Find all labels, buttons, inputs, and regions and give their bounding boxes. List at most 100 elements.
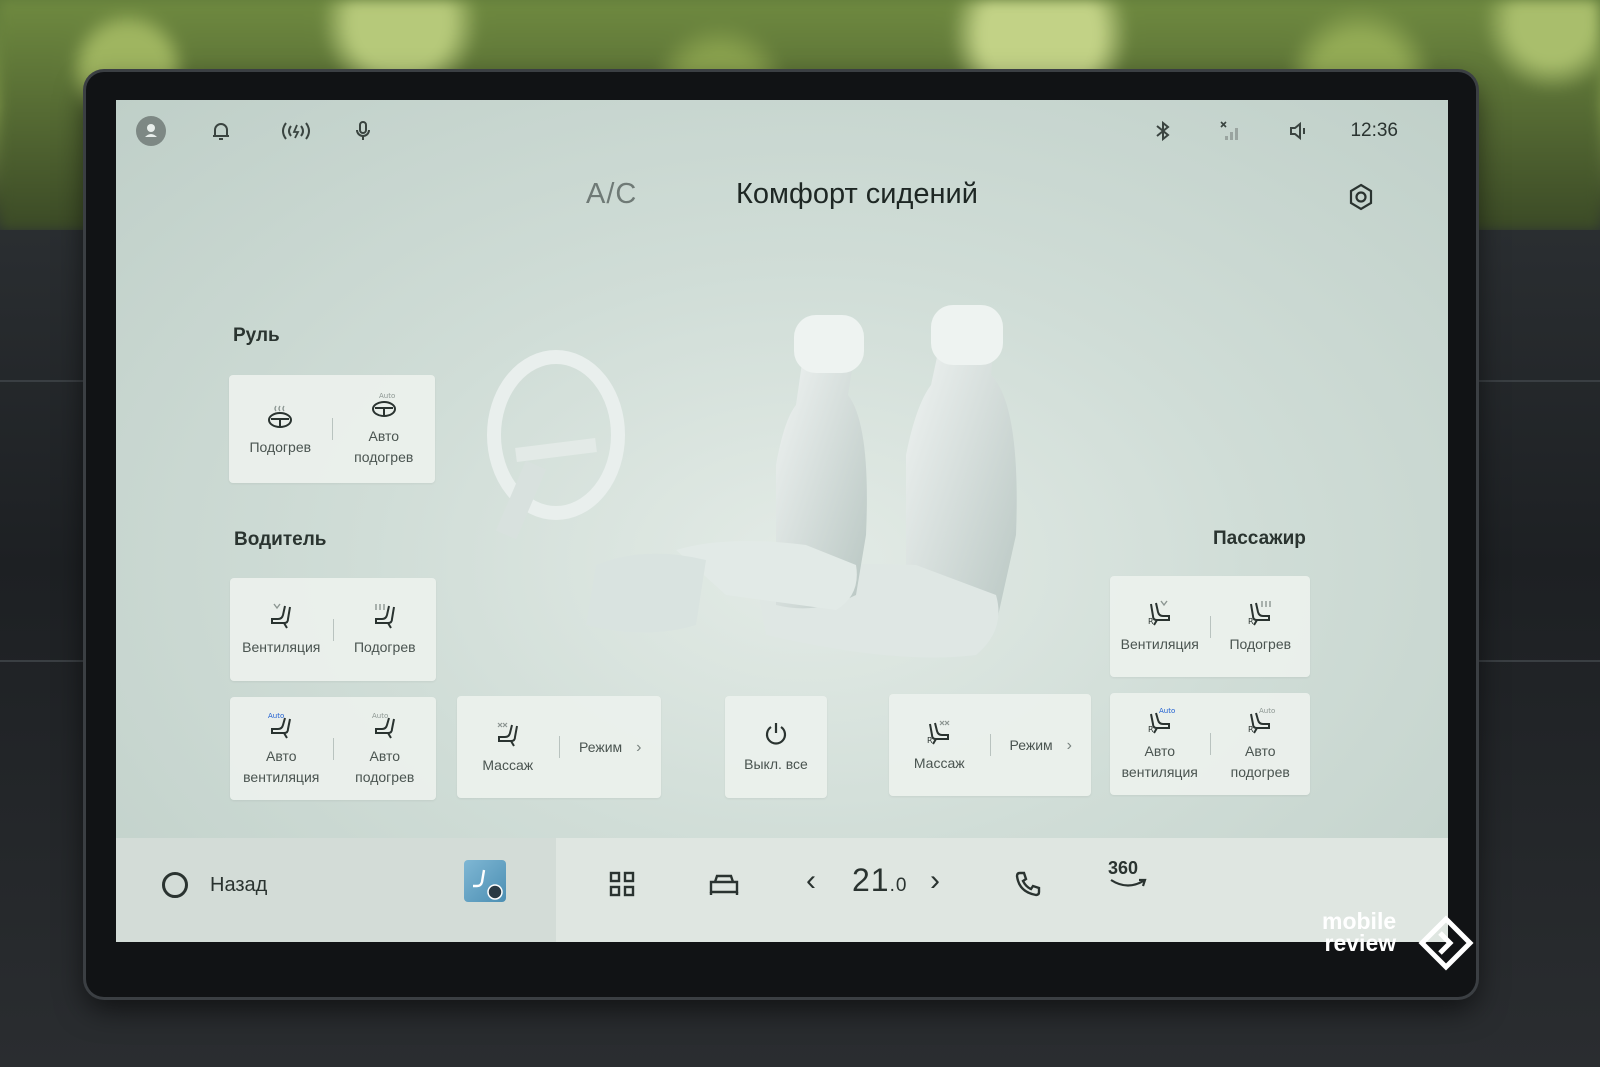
section-driver: Водитель [234,529,327,550]
driver-card-1: Вентиляция Подогрев [230,578,436,681]
tab-ac[interactable]: A/C [586,178,637,211]
steering-auto-heat-label-1: Авто [368,428,399,444]
seat-vent-icon [271,603,292,629]
apps-grid-icon[interactable] [604,866,640,902]
driver-massage-card[interactable]: Массаж Режим › [457,696,661,798]
passenger-auto-heat-label-1: Авто [1244,743,1276,759]
passenger-auto-heat-label-2: подогрев [1230,764,1290,780]
driver-auto-vent-label-2: вентиляция [243,768,320,785]
section-steering: Руль [233,325,280,346]
seat-heat-icon [374,604,395,629]
passenger-heat-button[interactable]: R Подогрев [1211,576,1311,677]
all-off-label: Выкл. все [744,755,808,772]
passenger-card-1: R Вентиляция R Подогрев [1110,576,1310,677]
svg-text:Auto: Auto [1259,707,1275,715]
bluetooth-icon [1146,114,1180,148]
volume-icon[interactable] [1282,114,1316,148]
driver-auto-vent-label-1: Авто [265,747,297,764]
passenger-auto-heat-button[interactable]: Auto R Авто подогрев [1211,693,1311,795]
temp-increase-icon[interactable]: › [930,864,940,898]
page-title: Комфорт сидений [736,178,978,210]
temperature-display: 21.0 [852,862,907,899]
passenger-auto-vent-button[interactable]: Auto R Авто вентиляция [1110,693,1210,795]
passenger-heat-label: Подогрев [1229,636,1292,652]
svg-text:R: R [1248,617,1254,626]
steering-auto-heat-icon: Auto [371,392,396,417]
driver-heat-button[interactable]: Подогрев [334,578,437,681]
phone-icon[interactable] [1010,866,1046,902]
svg-text:R: R [1148,617,1154,626]
surround-view-label: 360 [1108,858,1139,878]
section-passenger: Пассажир [1213,528,1306,549]
driver-card-2: Auto Авто вентиляция Auto Авто подогрев [230,697,436,800]
passenger-vent-label: Вентиляция [1120,636,1199,652]
temp-decrease-icon[interactable]: ‹ [806,864,816,898]
surround-view-button[interactable]: 360 [1108,858,1148,891]
steering-heat-button[interactable]: Подогрев [229,375,332,483]
seat-heat-icon: R [1248,601,1271,626]
driver-auto-heat-label-2: подогрев [355,768,415,785]
power-icon [765,722,787,745]
svg-text:Auto: Auto [268,712,284,720]
rotate-arrow-icon [1110,878,1147,887]
passenger-massage-card[interactable]: R Массаж Режим › [889,694,1091,796]
watermark-line-1: mobile [1322,908,1397,934]
steering-heat-icon [268,405,293,428]
driver-massage-button[interactable]: Массаж [457,696,559,798]
driver-vent-label: Вентиляция [242,639,321,655]
driver-vent-button[interactable]: Вентиляция [230,578,333,681]
steering-auto-heat-button[interactable]: Auto Авто подогрев [333,375,436,483]
driver-heat-label: Подогрев [353,639,416,655]
svg-text:R: R [1148,725,1154,734]
chevron-right-icon: › [1066,736,1072,754]
passenger-massage-mode-button[interactable]: Режим › [991,694,1092,796]
passenger-auto-vent-label-2: вентиляция [1121,764,1198,780]
infotainment-screen: 12:36 A/C Комфорт сидений Руль Подогрев … [116,100,1448,942]
profile-icon[interactable] [134,114,168,148]
clock: 12:36 [1350,120,1398,141]
driver-massage-mode-button[interactable]: Режим › [560,696,662,798]
steering-auto-heat-label-2: подогрев [354,449,414,465]
microphone-icon[interactable] [346,114,380,148]
driver-massage-label: Массаж [482,756,534,773]
no-signal-icon [1214,114,1248,148]
steering-card: Подогрев Auto Авто подогрев [229,375,435,483]
all-off-button[interactable]: Выкл. все [725,696,827,798]
svg-text:Auto: Auto [372,712,388,720]
seat-auto-vent-icon: Auto [268,712,292,739]
status-bar: 12:36 [116,100,1448,160]
passenger-mode-label: Режим [1009,736,1053,753]
temperature-integer: 21 [852,862,890,898]
all-off-card[interactable]: Выкл. все [725,696,827,798]
driver-auto-heat-button[interactable]: Auto Авто подогрев [334,697,437,800]
bell-icon[interactable] [204,114,238,148]
settings-gear-icon[interactable] [1344,180,1378,214]
watermark-logo-icon [1418,915,1474,971]
bottom-bar: Назад ‹ 21.0 › 360 [116,838,1448,942]
seat-app-tile-icon[interactable] [464,860,506,902]
seat-auto-heat-icon: Auto [372,712,395,739]
watermark-line-2: review [1324,930,1397,956]
car-icon[interactable] [706,866,742,902]
svg-text:Auto: Auto [379,392,395,400]
driver-mode-label: Режим [579,738,623,755]
seat-massage-icon [497,722,518,747]
steering-heat-label: Подогрев [249,438,312,455]
bottom-left-panel: Назад [116,838,556,942]
passenger-massage-label: Массаж [913,754,965,771]
svg-text:R: R [1248,725,1254,734]
driver-auto-heat-label-1: Авто [369,747,400,764]
passenger-auto-vent-label-1: Авто [1144,743,1175,759]
seats-illustration [476,295,1096,675]
temperature-decimal: .0 [889,875,908,896]
wireless-charging-icon[interactable] [274,114,318,148]
chevron-right-icon: › [636,738,642,756]
watermark-text: mobile review [1322,908,1397,956]
seat-auto-heat-icon: Auto R [1248,707,1275,734]
back-circle-icon[interactable] [162,872,188,898]
passenger-massage-button[interactable]: R Массаж [889,694,990,796]
driver-auto-vent-button[interactable]: Auto Авто вентиляция [230,697,333,800]
passenger-vent-button[interactable]: R Вентиляция [1110,576,1210,677]
seat-massage-icon: R [927,720,950,745]
back-button[interactable]: Назад [210,874,267,897]
